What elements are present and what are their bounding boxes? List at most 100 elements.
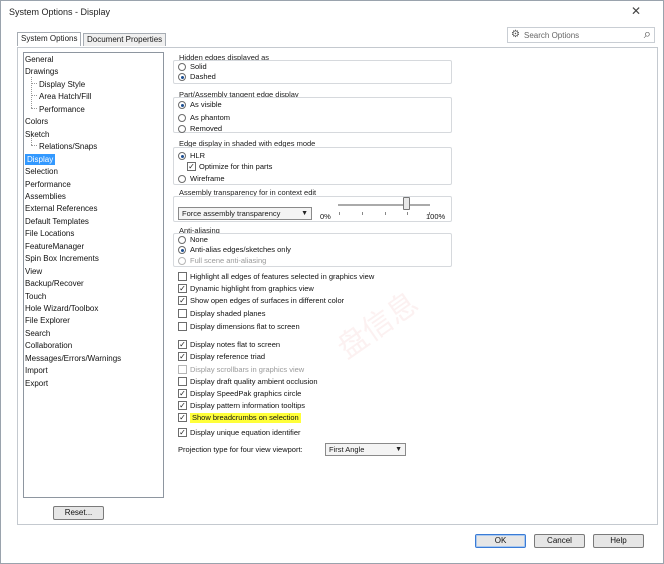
checkbox-label: Display scrollbars in graphics view bbox=[190, 365, 305, 374]
slider-tick bbox=[339, 212, 340, 215]
checkbox-label: Display dimensions flat to screen bbox=[190, 322, 300, 331]
tree-item-export[interactable]: Export bbox=[25, 378, 48, 389]
tree-item-external-references[interactable]: External References bbox=[25, 203, 97, 214]
cancel-button[interactable]: Cancel bbox=[534, 534, 585, 548]
checkbox-label: Display SpeedPak graphics circle bbox=[190, 389, 302, 398]
checkbox-box[interactable]: ✓ bbox=[187, 162, 196, 171]
checkbox-box bbox=[178, 365, 187, 374]
tree-item-display-style[interactable]: Display Style bbox=[39, 79, 85, 90]
radio-circle[interactable] bbox=[178, 152, 186, 160]
tree-item-messages-errors-warnings[interactable]: Messages/Errors/Warnings bbox=[25, 353, 121, 364]
radio-circle[interactable] bbox=[178, 63, 186, 71]
checkbox-label: Display pattern information tooltips bbox=[190, 401, 306, 410]
tree-item-featuremanager[interactable]: FeatureManager bbox=[25, 241, 84, 252]
tree-item-assemblies[interactable]: Assemblies bbox=[25, 191, 66, 202]
search-icon[interactable]: ⌕ bbox=[644, 26, 651, 42]
tree-item-default-templates[interactable]: Default Templates bbox=[25, 216, 89, 227]
radio-circle[interactable] bbox=[178, 175, 186, 183]
gear-icon[interactable]: ⚙ bbox=[511, 29, 520, 41]
select-value: First Angle bbox=[329, 445, 365, 454]
tree-item-collaboration[interactable]: Collaboration bbox=[25, 340, 72, 351]
radio-label: Dashed bbox=[190, 72, 216, 81]
radio-label: As visible bbox=[190, 100, 222, 109]
checkbox-label: Display unique equation identifier bbox=[190, 428, 301, 437]
tree-item-performance[interactable]: Performance bbox=[25, 179, 71, 190]
radio-circle bbox=[178, 257, 186, 265]
tree-item-performance[interactable]: Performance bbox=[39, 104, 85, 115]
checkbox-label: Highlight all edges of features selected… bbox=[190, 272, 375, 281]
tree-item-import[interactable]: Import bbox=[25, 365, 48, 376]
tree-item-file-locations[interactable]: File Locations bbox=[25, 228, 74, 239]
tab-document-properties[interactable]: Document Properties bbox=[83, 33, 167, 46]
transparency-slider-track[interactable] bbox=[338, 204, 430, 206]
checkbox-box[interactable]: ✓ bbox=[178, 340, 187, 349]
tab-system-options[interactable]: System Options bbox=[17, 32, 82, 46]
radio-label: As phantom bbox=[190, 113, 231, 122]
tree-item-sketch[interactable]: Sketch bbox=[25, 129, 49, 140]
slider-tick bbox=[385, 212, 386, 215]
tree-item-selection[interactable]: Selection bbox=[25, 166, 58, 177]
tree-item-file-explorer[interactable]: File Explorer bbox=[25, 315, 70, 326]
radio-label: Anti-alias edges/sketches only bbox=[190, 245, 291, 254]
checkbox-label: Display draft quality ambient occlusion bbox=[190, 377, 318, 386]
reset-button[interactable]: Reset... bbox=[53, 506, 104, 520]
reset-button-label: Reset... bbox=[64, 508, 93, 517]
tree-item-drawings[interactable]: Drawings bbox=[25, 66, 58, 77]
tree-connector bbox=[31, 83, 37, 84]
radio-circle[interactable] bbox=[178, 101, 186, 109]
tree-item-hole-wizard-toolbox[interactable]: Hole Wizard/Toolbox bbox=[25, 303, 98, 314]
checkbox-label: Display shaded planes bbox=[190, 309, 266, 318]
checkbox-box[interactable]: ✓ bbox=[178, 389, 187, 398]
tree-item-search[interactable]: Search bbox=[25, 328, 50, 339]
radio-circle[interactable] bbox=[178, 236, 186, 244]
tree-item-spin-box-increments[interactable]: Spin Box Increments bbox=[25, 253, 99, 264]
close-icon[interactable]: ✕ bbox=[627, 4, 645, 18]
tree-item-touch[interactable]: Touch bbox=[25, 291, 46, 302]
tree-item-display[interactable]: Display bbox=[25, 153, 56, 165]
checkbox-box[interactable] bbox=[178, 272, 187, 281]
search-input[interactable]: ⚙ Search Options ⌕ bbox=[507, 26, 655, 43]
radio-label: Full scene anti-aliasing bbox=[190, 256, 267, 265]
checkbox-box[interactable] bbox=[178, 322, 187, 331]
radio-label: HLR bbox=[190, 151, 206, 160]
tree-connector bbox=[31, 108, 37, 109]
radio-label: Wireframe bbox=[190, 174, 225, 183]
tab-label: Document Properties bbox=[87, 35, 163, 44]
projection-select[interactable]: First Angle ▼ bbox=[325, 443, 406, 456]
checkbox-box[interactable]: ✓ bbox=[178, 413, 187, 422]
checkbox-box[interactable] bbox=[178, 377, 187, 386]
checkbox-label: Display reference triad bbox=[190, 352, 266, 361]
checkbox-label: Show breadcrumbs on selection bbox=[190, 413, 301, 423]
radio-circle[interactable] bbox=[178, 73, 186, 81]
slider-min-label: 0% bbox=[320, 212, 331, 221]
tree-connector bbox=[31, 138, 32, 145]
tree-item-area-hatch-fill[interactable]: Area Hatch/Fill bbox=[39, 91, 91, 102]
checkbox-box[interactable]: ✓ bbox=[178, 352, 187, 361]
checkbox-box[interactable] bbox=[178, 309, 187, 318]
slider-tick bbox=[362, 212, 363, 215]
tree-item-relations-snaps[interactable]: Relations/Snaps bbox=[39, 141, 97, 152]
select-value: Force assembly transparency bbox=[182, 209, 281, 218]
transparency-slider-thumb[interactable] bbox=[403, 197, 410, 210]
checkbox-box[interactable]: ✓ bbox=[178, 401, 187, 410]
transparency-select[interactable]: Force assembly transparency ▼ bbox=[178, 207, 312, 220]
slider-max-label: 100% bbox=[426, 212, 446, 221]
ok-button[interactable]: OK bbox=[475, 534, 526, 548]
checkbox-box[interactable]: ✓ bbox=[178, 296, 187, 305]
tree-item-colors[interactable]: Colors bbox=[25, 116, 48, 127]
checkbox-label: Dynamic highlight from graphics view bbox=[190, 284, 314, 293]
tree-item-backup-recover[interactable]: Backup/Recover bbox=[25, 278, 84, 289]
checkbox-box[interactable]: ✓ bbox=[178, 284, 187, 293]
tree-connector bbox=[31, 145, 37, 146]
tab-label: System Options bbox=[21, 34, 78, 43]
radio-circle[interactable] bbox=[178, 246, 186, 254]
projection-label: Projection type for four view viewport: bbox=[178, 445, 303, 454]
tree-item-view[interactable]: View bbox=[25, 266, 42, 277]
radio-circle[interactable] bbox=[178, 114, 186, 122]
tree-item-general[interactable]: General bbox=[25, 54, 53, 65]
chevron-down-icon: ▼ bbox=[395, 446, 402, 453]
radio-circle[interactable] bbox=[178, 125, 186, 133]
help-button[interactable]: Help bbox=[593, 534, 644, 548]
checkbox-box[interactable]: ✓ bbox=[178, 428, 187, 437]
cancel-button-label: Cancel bbox=[547, 536, 572, 545]
